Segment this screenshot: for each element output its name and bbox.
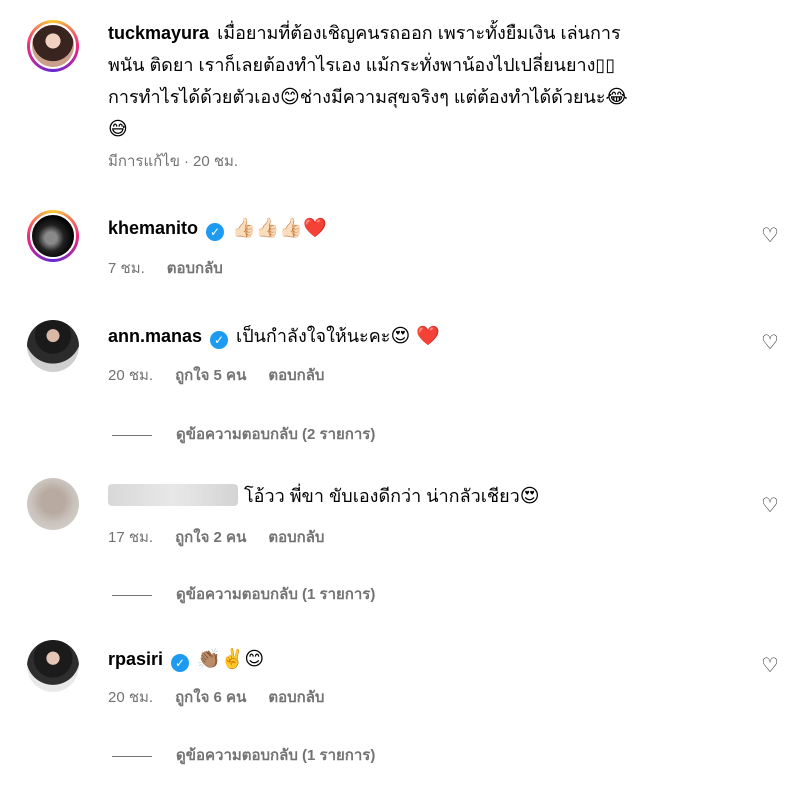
reply-button[interactable]: ตอบกลับ xyxy=(268,689,324,706)
replies-divider xyxy=(112,755,152,757)
view-replies-button[interactable]: ดูข้อความตอบกลับ (1 รายการ) xyxy=(112,585,375,605)
view-replies-label: ดูข้อความตอบกลับ (2 รายการ) xyxy=(176,426,376,443)
comment-khemanito: khemanito ✓ 👍🏻👍🏻👍🏻❤️ xyxy=(108,212,327,244)
timestamp[interactable]: 17 ชม. xyxy=(108,529,153,546)
blurred-username[interactable] xyxy=(108,484,238,506)
comment-blurred-user: โอ้วว พี่ขา ขับเองดีกว่า น่ากลัวเชียว😍 xyxy=(108,480,540,512)
like-heart-icon[interactable]: ♡ xyxy=(760,656,780,676)
view-replies-label: ดูข้อความตอบกลับ (1 รายการ) xyxy=(176,747,376,764)
comment-ann-manas: ann.manas ✓ เป็นกำลังใจให้นะคะ😍 ❤️ xyxy=(108,320,440,352)
sweat-smile-emoji-icon: 😅 xyxy=(108,118,128,140)
avatar-rpasiri[interactable] xyxy=(27,640,79,692)
comment-meta-khemanito: 7 ชม. ตอบกลับ xyxy=(108,259,245,279)
comment-text-line-4: ช่างมีความสุขจริงๆ แต่ต้องทำได้ด้วยนะ xyxy=(299,87,606,107)
reply-button[interactable]: ตอบกลับ xyxy=(268,529,324,546)
likes-count[interactable]: ถูกใจ 2 คน xyxy=(175,529,246,546)
likes-count[interactable]: ถูกใจ 5 คน xyxy=(175,367,246,384)
avatar-blurred-user[interactable] xyxy=(27,478,79,530)
like-heart-icon[interactable]: ♡ xyxy=(760,226,780,246)
username-rpasiri[interactable]: rpasiri xyxy=(108,649,163,669)
avatar-tuckmayura[interactable] xyxy=(27,20,79,72)
timestamp[interactable]: 7 ชม. xyxy=(108,260,145,277)
comment-tuckmayura: tuckmayura เมื่อยามที่ต้องเชิญคนรถออก เพร… xyxy=(108,17,628,145)
username-ann-manas[interactable]: ann.manas xyxy=(108,326,202,346)
username-khemanito[interactable]: khemanito xyxy=(108,218,198,238)
edited-label: มีการแก้ไข xyxy=(108,153,180,170)
view-replies-button[interactable]: ดูข้อความตอบกลับ (2 รายการ) xyxy=(112,425,375,445)
comment-text: โอ้วว พี่ขา ขับเองดีกว่า น่ากลัวเชียว xyxy=(244,486,520,506)
comment-meta-ann-manas: 20 ชม. ถูกใจ 5 คน ตอบกลับ xyxy=(108,366,346,386)
heart-eyes-emoji-icon: 😍 xyxy=(519,485,540,507)
comment-text-line-3: การทำไรได้ด้วยตัวเอง xyxy=(108,87,281,107)
verified-badge-icon: ✓ xyxy=(206,223,225,241)
comment-text: เป็นกำลังใจให้นะคะ xyxy=(236,326,391,346)
verified-badge-icon: ✓ xyxy=(210,331,229,349)
like-heart-icon[interactable]: ♡ xyxy=(760,496,780,516)
comment-text-line-2: พนัน ติดยา เราก็เลยต้องทำไรเอง แม้กระทั่… xyxy=(108,55,616,75)
comment-meta-tuckmayura: มีการแก้ไข · 20 ชม. xyxy=(108,153,239,170)
avatar-khemanito[interactable] xyxy=(27,210,79,262)
timestamp[interactable]: 20 ชม. xyxy=(108,689,153,706)
verified-badge-icon: ✓ xyxy=(171,654,190,672)
reply-button[interactable]: ตอบกลับ xyxy=(167,260,223,277)
view-replies-label: ดูข้อความตอบกลับ (1 รายการ) xyxy=(176,586,376,603)
avatar-ann-manas[interactable] xyxy=(27,320,79,372)
timestamp[interactable]: 20 ชม. xyxy=(193,153,238,170)
comment-meta-blurred-user: 17 ชม. ถูกใจ 2 คน ตอบกลับ xyxy=(108,528,346,548)
reply-button[interactable]: ตอบกลับ xyxy=(268,367,324,384)
replies-divider xyxy=(112,594,152,596)
view-replies-button[interactable]: ดูข้อความตอบกลับ (1 รายการ) xyxy=(112,746,375,766)
timestamp[interactable]: 20 ชม. xyxy=(108,367,153,384)
replies-divider xyxy=(112,434,152,436)
username-tuckmayura[interactable]: tuckmayura xyxy=(108,23,209,43)
clap-victory-smile-emojis: 👏🏽✌️😊 xyxy=(197,648,265,670)
smile-emoji-icon: 😊 xyxy=(280,86,300,108)
comment-meta-rpasiri: 20 ชม. ถูกใจ 6 คน ตอบกลับ xyxy=(108,688,346,708)
thumbs-up-heart-emojis: 👍🏻👍🏻👍🏻❤️ xyxy=(232,217,327,239)
likes-count[interactable]: ถูกใจ 6 คน xyxy=(175,689,246,706)
like-heart-icon[interactable]: ♡ xyxy=(760,333,780,353)
comment-rpasiri: rpasiri ✓ 👏🏽✌️😊 xyxy=(108,643,264,675)
comment-text-line-1: เมื่อยามที่ต้องเชิญคนรถออก เพราะทั้งยืมเ… xyxy=(217,23,621,43)
heart-eyes-heart-emojis: 😍 ❤️ xyxy=(390,325,440,347)
laugh-emoji-icon: 😂 xyxy=(605,86,628,108)
